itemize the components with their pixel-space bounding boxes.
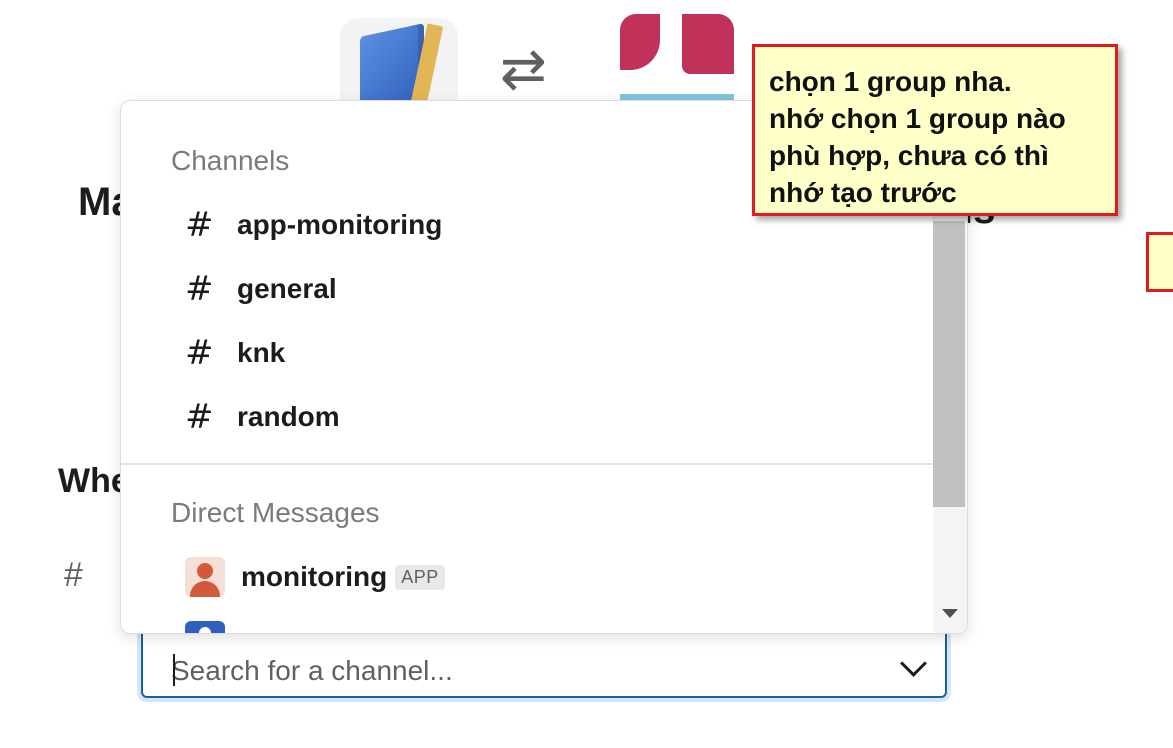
annotation-callout: chọn 1 group nha. nhớ chọn 1 group nào p…	[752, 44, 1118, 216]
scroll-down-arrow-icon[interactable]	[942, 609, 958, 618]
channel-hash-icon: #	[64, 556, 83, 594]
person-icon	[185, 557, 225, 597]
section-divider	[121, 463, 933, 465]
channel-option[interactable]: # knk	[185, 329, 285, 377]
channels-header: Channels	[171, 145, 290, 176]
channel-option[interactable]: # app-monitoring	[185, 201, 442, 249]
hash-icon: #	[185, 205, 214, 245]
text-caret	[173, 654, 175, 686]
search-input[interactable]	[143, 646, 863, 696]
channel-name: random	[237, 401, 340, 432]
app-badge: APP	[395, 564, 445, 590]
channel-name: general	[237, 273, 337, 304]
dm-option[interactable]: monitoring APP	[185, 555, 445, 599]
hash-icon: #	[185, 269, 214, 309]
scrollbar-thumb[interactable]	[933, 221, 965, 507]
user-avatar-icon	[185, 621, 225, 633]
dm-name: monitoring	[241, 561, 388, 592]
channel-name: app-monitoring	[237, 209, 443, 240]
direct-messages-header: Direct Messages	[171, 497, 380, 528]
channel-name: knk	[237, 337, 286, 368]
channel-option[interactable]: # general	[185, 265, 337, 313]
hash-icon: #	[185, 397, 214, 437]
hash-icon: #	[185, 333, 214, 373]
dm-option-partial[interactable]	[185, 621, 225, 633]
channel-option[interactable]: # random	[185, 393, 340, 441]
swap-arrows-icon: ⇄	[500, 37, 547, 102]
section-label-fragment: Whe	[58, 462, 130, 500]
annotation-box-partial	[1146, 232, 1173, 292]
chevron-down-icon[interactable]	[900, 650, 927, 677]
channel-search-inner[interactable]	[141, 624, 947, 698]
